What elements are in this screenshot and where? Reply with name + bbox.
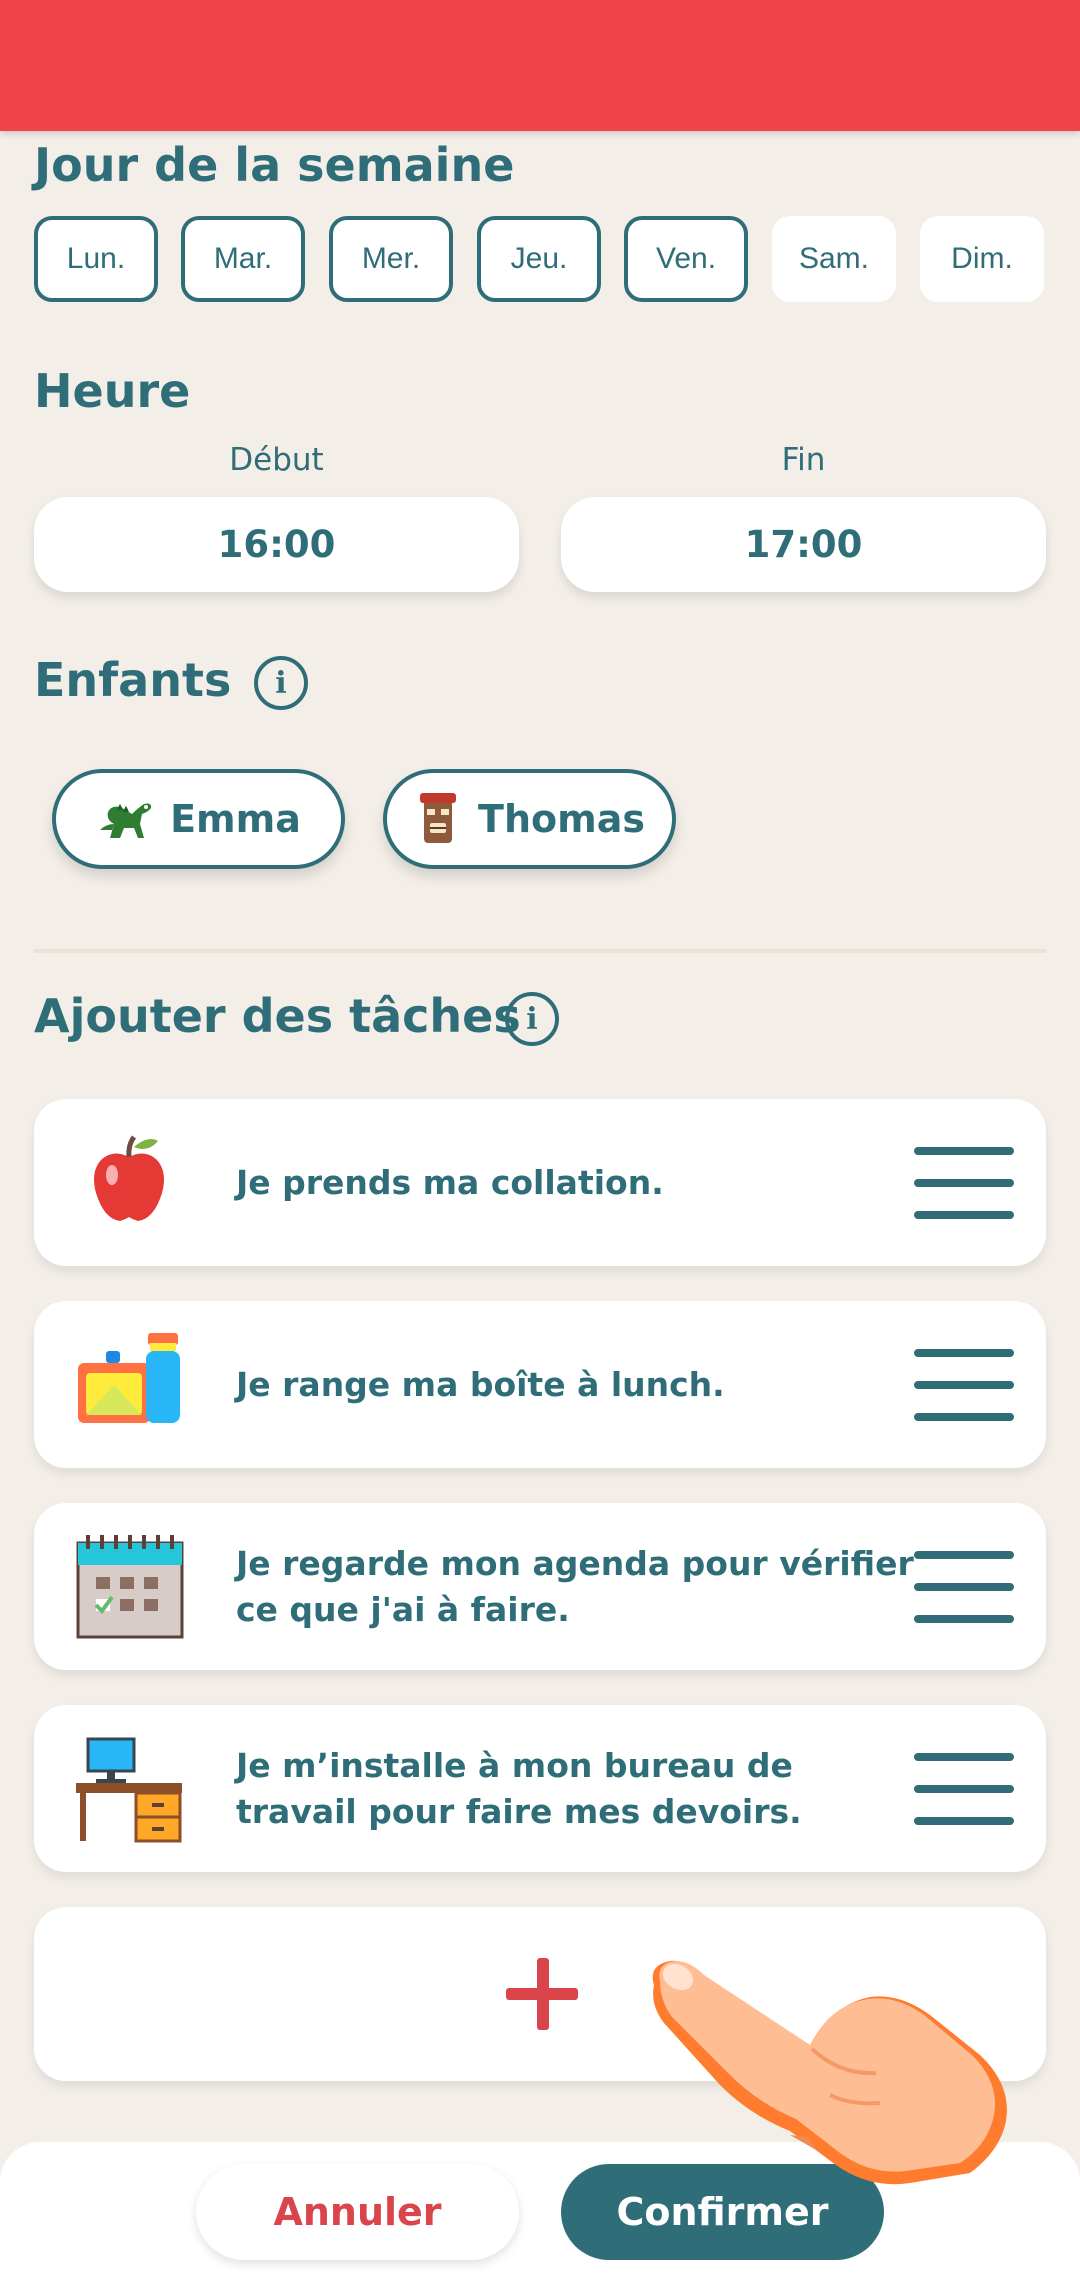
drag-handle-icon[interactable] [914, 1551, 1014, 1623]
day-sunday[interactable]: Dim. [920, 216, 1044, 302]
task-text: Je prends ma collation. [236, 1162, 664, 1202]
task-card[interactable]: Je m’installe à mon bureau de travail po… [34, 1705, 1046, 1872]
pointing-hand-icon [652, 1960, 1007, 2185]
start-time-label: Début [229, 442, 324, 478]
tasks-info-icon[interactable]: i [505, 992, 559, 1046]
day-selector: Lun. Mar. Mer. Jeu. Ven. Sam. Dim. [34, 216, 1046, 304]
day-friday[interactable]: Ven. [624, 216, 748, 302]
days-section-title: Jour de la semaine [34, 138, 515, 192]
end-time-field[interactable]: 17:00 [561, 497, 1046, 592]
start-time-field[interactable]: 16:00 [34, 497, 519, 592]
calendar-icon [76, 1535, 184, 1639]
children-section-title: Enfants [34, 653, 232, 707]
drag-handle-icon[interactable] [914, 1349, 1014, 1421]
drag-handle-icon[interactable] [914, 1753, 1014, 1825]
plus-icon [506, 1958, 578, 2030]
task-text: Je range ma boîte à lunch. [236, 1364, 725, 1404]
day-saturday[interactable]: Sam. [772, 216, 896, 302]
section-divider [34, 949, 1046, 953]
tiki-mask-icon [420, 793, 457, 843]
child-name: Emma [170, 797, 301, 841]
dinosaur-icon [100, 803, 152, 838]
task-card[interactable]: Je prends ma collation. [34, 1099, 1046, 1266]
day-monday[interactable]: Lun. [34, 216, 158, 302]
child-chip-thomas[interactable]: Thomas [383, 769, 676, 869]
drag-handle-icon[interactable] [914, 1147, 1014, 1219]
cancel-button[interactable]: Annuler [196, 2164, 519, 2260]
end-time-label: Fin [781, 442, 826, 478]
child-chip-emma[interactable]: Emma [52, 769, 345, 869]
task-text: Je regarde mon agenda pour vérifier ce q… [236, 1543, 914, 1629]
desk-icon [76, 1737, 182, 1843]
child-name: Thomas [478, 797, 645, 841]
tasks-section-title: Ajouter des tâches [34, 989, 521, 1043]
task-card[interactable]: Je regarde mon agenda pour vérifier ce q… [34, 1503, 1046, 1670]
day-wednesday[interactable]: Mer. [329, 216, 453, 302]
lunchbox-icon [78, 1333, 180, 1423]
children-info-icon[interactable]: i [254, 656, 308, 710]
task-text: Je m’installe à mon bureau de travail po… [236, 1745, 802, 1831]
day-tuesday[interactable]: Mar. [181, 216, 305, 302]
task-card[interactable]: Je range ma boîte à lunch. [34, 1301, 1046, 1468]
apple-icon [94, 1135, 164, 1221]
time-section-title: Heure [34, 364, 191, 418]
day-thursday[interactable]: Jeu. [477, 216, 601, 302]
header-bar [0, 0, 1080, 131]
